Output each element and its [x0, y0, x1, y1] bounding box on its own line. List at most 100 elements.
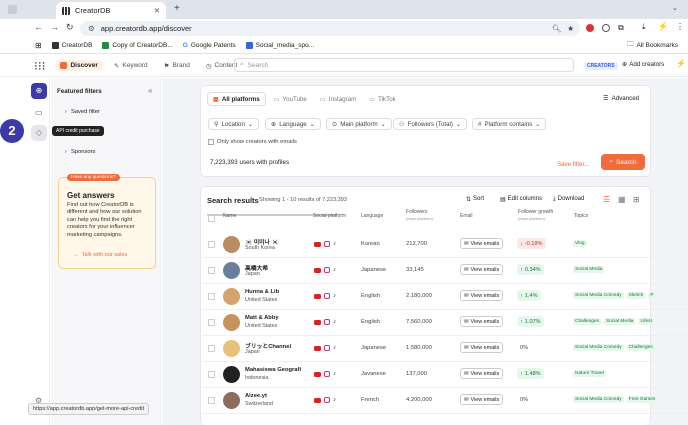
instagram-icon[interactable] — [324, 241, 330, 247]
select-all-checkbox[interactable] — [208, 215, 215, 222]
view-emails-button[interactable]: ✉ View emails — [460, 394, 504, 405]
youtube-icon[interactable] — [314, 242, 321, 247]
table-row[interactable]: Aizee.yt Switzerland ♪ French 4,200,000 … — [200, 388, 688, 414]
youtube-icon[interactable] — [314, 372, 321, 377]
instagram-icon[interactable] — [324, 397, 330, 403]
download-icon[interactable]: ⤓ — [642, 22, 646, 32]
tab-all-platforms[interactable]: ▦ All platforms — [207, 92, 266, 106]
folder-rail-icon[interactable]: ▭ — [35, 108, 43, 117]
tiktok-icon[interactable]: ♪ — [333, 293, 336, 299]
avatar[interactable] — [223, 236, 240, 253]
avatar[interactable] — [223, 392, 240, 409]
avatar[interactable] — [223, 314, 240, 331]
topic-tag[interactable]: Social Media Comedy — [573, 292, 624, 299]
language-filter[interactable]: ⊕ Language ⌄ — [265, 118, 321, 130]
sort-button[interactable]: ⇅ Sort — [466, 196, 484, 203]
profile-icon[interactable]: ⚡ — [658, 22, 668, 31]
search-button[interactable]: ⌕ Search — [601, 154, 645, 170]
avatar[interactable] — [223, 262, 240, 279]
extension-red-icon[interactable] — [586, 24, 594, 32]
notification-icon[interactable]: ⚡ — [676, 59, 686, 68]
nav-discover[interactable]: Discover — [55, 60, 103, 71]
row-checkbox[interactable] — [208, 293, 215, 300]
table-row[interactable]: 高橋大希 Japan ♪ Japanese 33,145 ✉ View email… — [200, 258, 688, 284]
bookmark-google-patents[interactable]: G Google Patents — [183, 42, 236, 49]
youtube-icon[interactable] — [314, 398, 321, 403]
creator-name[interactable]: Matt & Abby — [245, 315, 279, 321]
topic-tag[interactable]: Vlog — [573, 240, 587, 247]
youtube-icon[interactable] — [314, 346, 321, 351]
header-name[interactable]: Name — [223, 213, 236, 219]
creators-badge[interactable]: CREATORS — [584, 62, 618, 70]
close-tab-icon[interactable]: ✕ — [154, 6, 160, 15]
header-growth[interactable]: Follower growth — [518, 209, 553, 215]
topic-tag[interactable]: Social Media — [604, 318, 636, 325]
topic-tag[interactable]: Social Media Comedy — [573, 396, 624, 403]
talk-with-sales-link[interactable]: → Talk with our sales — [73, 252, 127, 258]
followers-filter[interactable]: ⚇ Followers (Total) ⌄ — [393, 118, 468, 130]
chevron-down-icon[interactable]: ⌄ — [672, 4, 678, 12]
creator-name[interactable]: Hunna & Lib — [245, 289, 279, 295]
tab-tiktok[interactable]: ▭ TikTok — [364, 92, 401, 106]
topic-tag[interactable]: Challenges — [626, 344, 655, 351]
creator-name[interactable]: Mahasiswa Geografi — [245, 367, 301, 373]
save-filter-link[interactable]: Save filter... — [557, 161, 589, 168]
platform-contains-filter[interactable]: # Platform contains ⌄ — [472, 118, 547, 130]
topic-tag[interactable]: P — [648, 292, 656, 299]
row-checkbox[interactable] — [208, 397, 215, 404]
app-grid-icon[interactable]: ⁝⁝⁝ — [34, 59, 45, 73]
tiktok-icon[interactable]: ♪ — [333, 241, 336, 247]
instagram-icon[interactable] — [324, 293, 330, 299]
list-view-icon[interactable]: ☰ — [603, 195, 610, 204]
row-checkbox[interactable] — [208, 267, 215, 274]
grid-view-icon[interactable]: ▦ — [618, 195, 626, 204]
reload-icon[interactable]: ↻ — [66, 22, 74, 33]
emails-only-checkbox[interactable]: Only show creators with emails — [208, 139, 297, 145]
avatar[interactable] — [223, 288, 240, 305]
topic-tag[interactable]: Lifest — [638, 318, 654, 325]
tile-view-icon[interactable]: ⊞ — [633, 195, 640, 204]
topic-tag[interactable]: Social Media Comedy — [573, 344, 624, 351]
row-checkbox[interactable] — [208, 319, 215, 326]
table-row[interactable]: Mahasiswa Geografi Indonesia ♪ Javanese … — [200, 362, 688, 388]
table-row[interactable]: Hunna & Lib United States ♪ English 2,18… — [200, 284, 688, 310]
header-followers[interactable]: Followers — [406, 209, 427, 215]
tiktok-icon[interactable]: ♪ — [333, 371, 336, 377]
creator-name[interactable]: Aizee.yt — [245, 393, 267, 399]
view-emails-button[interactable]: ✉ View emails — [460, 290, 504, 301]
view-emails-button[interactable]: ✉ View emails — [460, 342, 504, 353]
row-checkbox[interactable] — [208, 241, 215, 248]
bookmark-star-icon[interactable]: ★ — [567, 24, 574, 33]
row-checkbox[interactable] — [208, 345, 215, 352]
view-emails-button[interactable]: ✉ View emails — [460, 316, 504, 327]
tiktok-icon[interactable]: ♪ — [333, 345, 336, 351]
table-row[interactable]: ブリッとChannel Japan ♪ Japanese 1,580,000 ✉… — [200, 336, 688, 362]
youtube-icon[interactable] — [314, 320, 321, 325]
view-emails-button[interactable]: ✉ View emails — [460, 238, 504, 249]
api-credit-rail-icon[interactable]: ◇ — [31, 125, 47, 141]
nav-keyword[interactable]: ✎ Keyword — [109, 60, 153, 72]
sponsors-row[interactable]: › Sponsors — [65, 149, 95, 155]
topic-tag[interactable]: Free Games — [626, 396, 658, 403]
puzzle-icon[interactable]: ⧉ — [618, 23, 624, 33]
tiktok-icon[interactable]: ♪ — [333, 319, 336, 325]
collapse-panel-icon[interactable]: « — [148, 86, 152, 95]
topic-tag[interactable]: Sketch — [626, 292, 646, 299]
table-row[interactable]: 🇰🇷 미미나 🇰🇷 South Korea ♪ Korean 212,700 ✉… — [200, 232, 688, 258]
topic-tag[interactable]: Challenges — [573, 318, 602, 325]
bookmark-copy-creatordb[interactable]: Copy of CreatorDB... — [102, 42, 173, 49]
url-field[interactable]: ⚙ app.creatordb.app/discover 🔍︎ ★ — [80, 21, 580, 36]
topic-tag[interactable]: Nature Travel — [573, 370, 606, 377]
saved-filter-row[interactable]: › Saved filter — [65, 109, 100, 115]
avatar[interactable] — [223, 340, 240, 357]
discover-rail-button[interactable]: ⊕ — [31, 83, 47, 99]
tab-instagram[interactable]: ▭ Instagram — [314, 92, 362, 106]
zoom-icon[interactable]: 🔍︎ — [552, 24, 562, 33]
window-menu-icon[interactable] — [8, 5, 17, 14]
instagram-icon[interactable] — [324, 371, 330, 377]
nav-brand[interactable]: ⚑ Brand — [159, 60, 195, 72]
location-filter[interactable]: ⚲ Location ⌄ — [208, 118, 260, 130]
bookmark-creatordb[interactable]: CreatorDB — [51, 42, 92, 49]
kebab-menu-icon[interactable]: ⋮ — [676, 22, 684, 31]
advanced-button[interactable]: ☰ Advanced — [603, 95, 639, 102]
